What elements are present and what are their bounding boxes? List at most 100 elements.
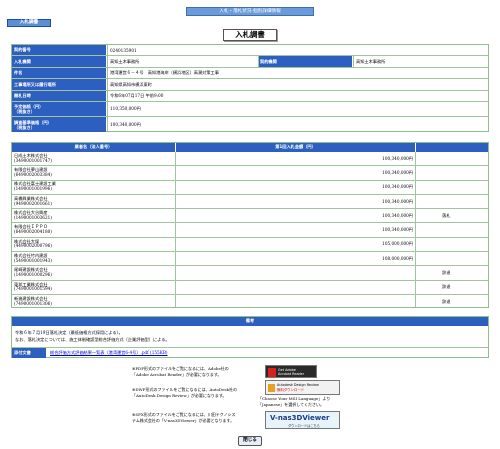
value-subject: 港湾運営６－４号 高知港海岸（横浜地区）高潮対策工事 [110, 70, 219, 75]
page-title: 入札調書 [223, 29, 277, 41]
corporate-number: (3490001001747) [14, 157, 52, 163]
label-bid-agency: 入札機関 [12, 56, 106, 67]
corporate-number: (5490001001943) [14, 257, 52, 263]
adobe-banner-text: Get Adobe Acrobat Reader [278, 368, 304, 376]
adobe-logo-icon [268, 368, 276, 377]
bid-amount: 100,340,000円 [382, 212, 413, 218]
section-tag: 入札調書 [7, 19, 51, 27]
row-location: 工事場所又は履行場所 高知県高知市横浜東町 [12, 79, 488, 91]
bid-amount: 100,340,000円 [382, 169, 413, 175]
autodesk-design-review-banner[interactable]: Autodesk Design Review 無料ダウンロード [265, 380, 340, 395]
bid-row: 高橋興業株式会社 (9490002001661) 100,340,000円 [12, 195, 488, 210]
value-location: 高知県高知市横浜東町 [110, 81, 152, 87]
bid-amount: 100,340,000円 [382, 184, 413, 190]
bid-amount [178, 295, 413, 309]
autodesk-logo-icon [268, 384, 275, 392]
label-subject: 件名 [12, 68, 106, 78]
vnas-banner-subtitle: ダウンロードはこちら [288, 424, 320, 428]
value-opening-date: 令和6年07月17日 午前9:00 [110, 93, 164, 98]
bid-amount: 105,000,000円 [382, 241, 413, 247]
remarks-line-2: なお、落札決定については、施工体制確認型総合評価方式（企業評価型）による。 [15, 337, 170, 342]
sfx-note-line: ※SFX形式のファイルをご覧になるには、川田テクノシス [132, 412, 236, 417]
vnas-banner-title: V-nas3DViewer [270, 414, 330, 422]
label-planned-price: 予定価格（円） （税抜き） [12, 102, 106, 116]
bid-row: 株式会社竹内建設 (5490001001943) 108,000,000円 [12, 252, 488, 267]
bid-row: 日成土木株式会社 (3490001001747) 100,340,000円 [12, 152, 488, 167]
attachment-pdf-link[interactable]: 総合評価方式評価結果一覧表（港湾運営6-4号）.pdf (155KB) [50, 350, 168, 355]
bid-status: 落札 [442, 212, 451, 218]
corporate-number: (1490001000296) [14, 272, 52, 278]
close-button[interactable]: 閉じる [238, 436, 262, 446]
adobe-reader-banner[interactable]: Get Adobe Acrobat Reader [265, 365, 317, 378]
bid-status: 辞退 [442, 299, 451, 305]
bid-company-cell: 新進建設株式会社 (7490001001306) [14, 295, 52, 309]
corporate-number: (4490002000796) [14, 243, 52, 249]
col-divider [415, 152, 416, 307]
bid-company-cell: 株式会社竹内建設 (5490001001943) [14, 252, 52, 265]
bid-amount: 108,000,000円 [382, 255, 413, 261]
bid-amount: 100,340,000円 [382, 227, 413, 233]
corporate-number: (7490001001594) [14, 286, 52, 292]
corporate-number: (7490001001306) [14, 301, 52, 307]
corporate-number: (9490002001661) [14, 200, 52, 206]
bid-status: 辞退 [442, 270, 451, 276]
corporate-number: (1490001001996) [14, 186, 52, 192]
corporate-number: (1490001003621) [14, 214, 52, 220]
bid-row: 株式会社大谷興産 (1490001003621) 100,340,000円 落札 [12, 209, 488, 224]
value-survey-price: 100,340,000円 [110, 121, 141, 127]
bid-row: 株式会社大塚 (4490002000796) 105,000,000円 [12, 238, 488, 253]
autodesk-banner-line: 無料ダウンロード [277, 388, 305, 392]
value-contract-no: 0240135901 [110, 47, 137, 53]
sfx-note-line: テム株式会社の「V-nas3DViewer」が必要となります。 [132, 417, 235, 423]
bid-row: 新進建設株式会社 (7490001001306) 辞退 [12, 295, 488, 309]
bid-company-cell: 高橋興業株式会社 (9490002001661) [14, 195, 52, 208]
bid-company-cell: 株式会社富士建設工業 (1490001001996) [14, 181, 56, 194]
col-divider [258, 56, 259, 68]
bid-company-cell: 株式会社大塚 (4490002000796) [14, 238, 52, 251]
pdf-note-line: ※PDF形式のファイルをご覧になるには、Adobe社の [132, 366, 229, 371]
dwf-language-line: 「Japanese」を選択してください。 [258, 401, 325, 407]
col-divider [353, 56, 354, 68]
attachment-label: 添付文書 [12, 348, 46, 358]
value-bid-agency: 高知土木事務所 [110, 58, 140, 64]
value-planned-price: 110,350,000円 [110, 106, 141, 111]
bid-company-cell: 株式会社大谷興産 (1490001003621) [14, 209, 52, 222]
bid-company-cell: 有限会社夢山建設 (6490002003384) [14, 166, 52, 179]
row-opening-date: 開札日時 令和6年07月17日 午前9:00 [12, 91, 488, 102]
label-contract-agency: 契約機関 [258, 56, 352, 67]
bid-row: 有限会社夢山建設 (6490002003384) 100,340,000円 [12, 166, 488, 181]
row-planned-price: 予定価格（円） （税抜き） 110,350,000円 [12, 102, 488, 117]
autodesk-banner-text: Autodesk Design Review 無料ダウンロード [277, 383, 319, 393]
pdf-note: ※PDF形式のファイルをご覧になるには、Adobe社の 「Adobe Acrob… [132, 366, 229, 378]
breadcrumb-bar: 入札・落札状況-個別詳細情報 [186, 7, 314, 16]
row-contract-no: 契約番号 0240135901 [12, 45, 488, 56]
row-subject: 件名 港湾運営６－４号 高知港海岸（横浜地区）高潮対策工事 [12, 68, 488, 79]
row-survey-price: 調査基準価格（円） （税抜き） 100,340,000円 [12, 117, 488, 132]
value-contract-agency: 高知土木事務所 [356, 58, 386, 64]
bid-company-cell: 有限会社ＩＰＰＯ (6490002004180) [14, 224, 52, 237]
bid-company-cell: 東邦工業株式会社 (7490001001594) [14, 281, 52, 294]
label-survey-price: 調査基準価格（円） （税抜き） [12, 117, 106, 132]
col-divider [175, 152, 176, 307]
label-opening-date: 開札日時 [12, 91, 106, 101]
bid-amount: 100,340,000円 [382, 198, 413, 204]
remarks-line-1: 令和６年７月19日落札決定（最低価格方式採用による）。 [15, 330, 123, 335]
remarks-header: 備考 [12, 317, 488, 326]
bid-row: 有限会社ＩＰＰＯ (6490002004180) 100,340,000円 [12, 224, 488, 238]
bid-row: 株式会社富士建設工業 (1490001001996) 100,340,000円 [12, 181, 488, 195]
adobe-banner-line: Acrobat Reader [278, 372, 305, 376]
bid-company-cell: 尾崎建設株式会社 (1490001000296) [14, 266, 52, 279]
bid-header-amount: 第1回入札金額（円） [176, 143, 415, 152]
dwf-language-note: 「Choose Your MSI Language」より 「Japanese」を… [258, 396, 330, 408]
pdf-note-line: 「Adobe Acrobat Reader」が必要になります。 [132, 371, 222, 377]
bid-amount [178, 281, 413, 294]
bid-amount: 100,340,000円 [382, 155, 413, 161]
bid-results-table: 業者名（法人番号） 第1回入札金額（円） 日成土木株式会社 (3490001001… [11, 142, 489, 308]
dwf-note-line: 「AutoDesk Design Review」が必要になります。 [132, 392, 227, 398]
contract-info-table: 契約番号 0240135901 入札機関 高知土木事務所 契約機関 高知土木事務… [11, 44, 489, 132]
bid-row: 尾崎建設株式会社 (1490001000296) 辞退 [12, 266, 488, 281]
vnas3dviewer-banner[interactable]: V-nas3DViewer ダウンロードはこちら [265, 411, 340, 429]
row-agency: 入札機関 高知土木事務所 契約機関 高知土木事務所 [12, 56, 488, 68]
dwf-note-line: ※DWF形式のファイルをご覧になるには、AutoDesk社の [132, 387, 237, 392]
dwf-language-line: 「Choose Your MSI Language」より [258, 396, 331, 401]
